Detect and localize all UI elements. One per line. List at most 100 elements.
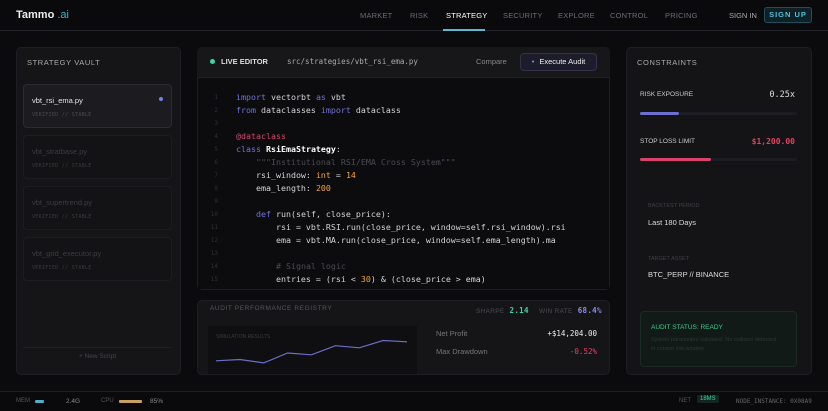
live-editor-label: LIVE EDITOR xyxy=(221,57,268,66)
vault-item-status: VERIFIED // STABLE xyxy=(32,265,92,271)
risk-exposure-value: 0.25x xyxy=(769,90,795,100)
backtest-period-value: Last 180 Days xyxy=(648,218,696,227)
mem-value: 2.4G xyxy=(66,398,81,405)
stop-loss-label: STOP LOSS LIMIT xyxy=(640,138,696,145)
code-editor[interactable]: 1 2 3 4 5 6 7 8 9 10 11 12 13 14 15 import vectorbt as… xyxy=(198,78,609,289)
line-number: 13 xyxy=(210,250,218,257)
code-line: def run(self, close_price): xyxy=(255,209,391,219)
mem-label: MEM xyxy=(16,398,30,404)
vault-item-name: vbt_grid_executor.py xyxy=(32,249,102,258)
code-line: # Signal logic xyxy=(275,261,346,271)
vault-item[interactable]: vbt_supertrend.py VERIFIED // STABLE xyxy=(23,186,172,230)
line-number: 5 xyxy=(214,146,218,153)
dot-icon: • xyxy=(531,57,535,66)
net-profit-label: Net Profit xyxy=(436,329,468,338)
nav-security[interactable]: SECURITY xyxy=(503,11,543,20)
target-asset-card[interactable]: TARGET ASSET BTC_PERP // BINANCE xyxy=(640,246,797,293)
audit-status-card: AUDIT STATUS: READY System parameters va… xyxy=(640,311,797,367)
mem-bar xyxy=(35,400,44,403)
line-number: 9 xyxy=(214,198,218,205)
code-line: entries = (rsi < 30) & (close_price > em… xyxy=(236,274,486,284)
net-latency-badge: 18MS xyxy=(697,395,719,403)
nav-control[interactable]: CONTROL xyxy=(610,11,648,20)
code-line: @dataclass xyxy=(236,131,286,141)
vault-item[interactable]: vbt_rsi_ema.py VERIFIED // STABLE xyxy=(23,84,172,128)
code-line: from dataclasses import dataclass xyxy=(236,105,401,115)
vault-item[interactable]: vbt_grid_executor.py VERIFIED // STABLE xyxy=(23,237,172,281)
line-number: 6 xyxy=(214,159,218,166)
status-bar: MEM 2.4G CPU 85% NET 18MS NODE_INSTANCE:… xyxy=(0,391,828,411)
backtest-period-card[interactable]: BACKTEST PERIOD Last 180 Days xyxy=(640,193,797,240)
target-asset-label: TARGET ASSET xyxy=(648,256,690,262)
line-number: 15 xyxy=(210,276,218,283)
sparkline xyxy=(215,339,408,364)
execute-audit-label: Execute Audit xyxy=(539,57,586,66)
line-number: 12 xyxy=(210,237,218,244)
stop-loss-fill xyxy=(640,158,711,161)
vault-item-name: vbt_rsi_ema.py xyxy=(32,96,83,105)
sign-up-button[interactable]: SIGN UP xyxy=(764,7,812,23)
vault-item-status: VERIFIED // STABLE xyxy=(32,112,92,118)
line-number: 3 xyxy=(214,120,218,127)
code-line: import vectorbt as vbt xyxy=(236,92,346,102)
cpu-label: CPU xyxy=(101,398,114,404)
line-number: 8 xyxy=(214,185,218,192)
panel-title: STRATEGY VAULT xyxy=(27,58,101,67)
sparkline-line xyxy=(215,339,408,364)
line-number: 7 xyxy=(214,172,218,179)
net-profit-value: +$14,204.00 xyxy=(547,329,597,338)
risk-exposure-label: RISK EXPOSURE xyxy=(640,91,694,98)
vault-item[interactable]: vbt_stratbase.py VERIFIED // STABLE xyxy=(23,135,172,179)
code-line: ema = vbt.MA.run(close_price, window=sel… xyxy=(236,235,556,245)
code-line: """Institutional RSI/EMA Cross System""" xyxy=(255,157,456,167)
editor-header: LIVE EDITOR src/strategies/vbt_rsi_ema.p… xyxy=(197,47,610,78)
max-drawdown-label: Max Drawdown xyxy=(436,347,488,356)
vault-item-status: VERIFIED // STABLE xyxy=(32,214,92,220)
nav-pricing[interactable]: PRICING xyxy=(665,11,698,20)
stop-loss-bar[interactable] xyxy=(640,158,797,161)
line-number: 4 xyxy=(214,133,218,140)
backtest-period-label: BACKTEST PERIOD xyxy=(648,203,700,209)
vault-item-name: vbt_supertrend.py xyxy=(32,198,93,207)
target-asset-value: BTC_PERP // BINANCE xyxy=(648,270,730,279)
code-line: ema_length: 200 xyxy=(236,183,331,193)
code-line: class RsiEmaStrategy: xyxy=(236,144,341,154)
risk-exposure-bar[interactable] xyxy=(640,112,797,115)
vault-item-status: VERIFIED // STABLE xyxy=(32,163,92,169)
node-instance: NODE_INSTANCE: 0X08A9 xyxy=(736,398,812,405)
audit-title: AUDIT PERFORMANCE REGISTRY xyxy=(210,305,333,312)
audit-performance-panel: AUDIT PERFORMANCE REGISTRY SHARPE 2.14 WI… xyxy=(197,300,610,375)
simulation-chart: SIMULATION RESULTS xyxy=(208,326,417,374)
file-path: src/strategies/vbt_rsi_ema.py xyxy=(287,57,418,66)
audit-status-text: System parameters validated. No collisio… xyxy=(651,337,777,352)
nav-risk[interactable]: RISK xyxy=(410,11,428,20)
compare-button[interactable]: Compare xyxy=(476,57,507,66)
line-number: 2 xyxy=(214,107,218,114)
line-number: 1 xyxy=(214,94,218,101)
cpu-value: 85% xyxy=(150,398,164,405)
max-drawdown-value: -0.52% xyxy=(569,347,597,356)
logo-suffix: .ai xyxy=(57,9,69,21)
sign-in-link[interactable]: SIGN IN xyxy=(729,11,757,20)
net-label: NET xyxy=(679,398,691,404)
cpu-bar xyxy=(119,400,142,403)
nav-market[interactable]: MARKET xyxy=(360,11,392,20)
new-script-button[interactable]: + New Script xyxy=(23,347,172,365)
audit-status-title: AUDIT STATUS: READY xyxy=(651,324,723,331)
active-nav-indicator xyxy=(443,29,485,31)
execute-audit-button[interactable]: • Execute Audit xyxy=(520,53,597,71)
nav-strategy[interactable]: STRATEGY xyxy=(446,11,487,20)
line-number: 10 xyxy=(210,211,218,218)
logo[interactable]: Tammo .ai xyxy=(16,9,69,21)
line-number: 11 xyxy=(210,224,218,231)
stop-loss-value: $1,200.00 xyxy=(751,137,795,146)
vault-item-name: vbt_stratbase.py xyxy=(32,147,88,156)
live-status-icon xyxy=(210,59,215,64)
risk-exposure-fill xyxy=(640,112,680,115)
top-nav: Tammo .ai MARKET RISK STRATEGY SECURITY E… xyxy=(0,0,828,31)
logo-text: Tammo xyxy=(16,9,55,21)
code-line: rsi = vbt.RSI.run(close_price, window=se… xyxy=(236,222,566,232)
panel-title: CONSTRAINTS xyxy=(637,58,698,67)
winrate-stat: WIN RATE 68.4% xyxy=(539,306,602,315)
nav-explore[interactable]: EXPLORE xyxy=(558,11,595,20)
